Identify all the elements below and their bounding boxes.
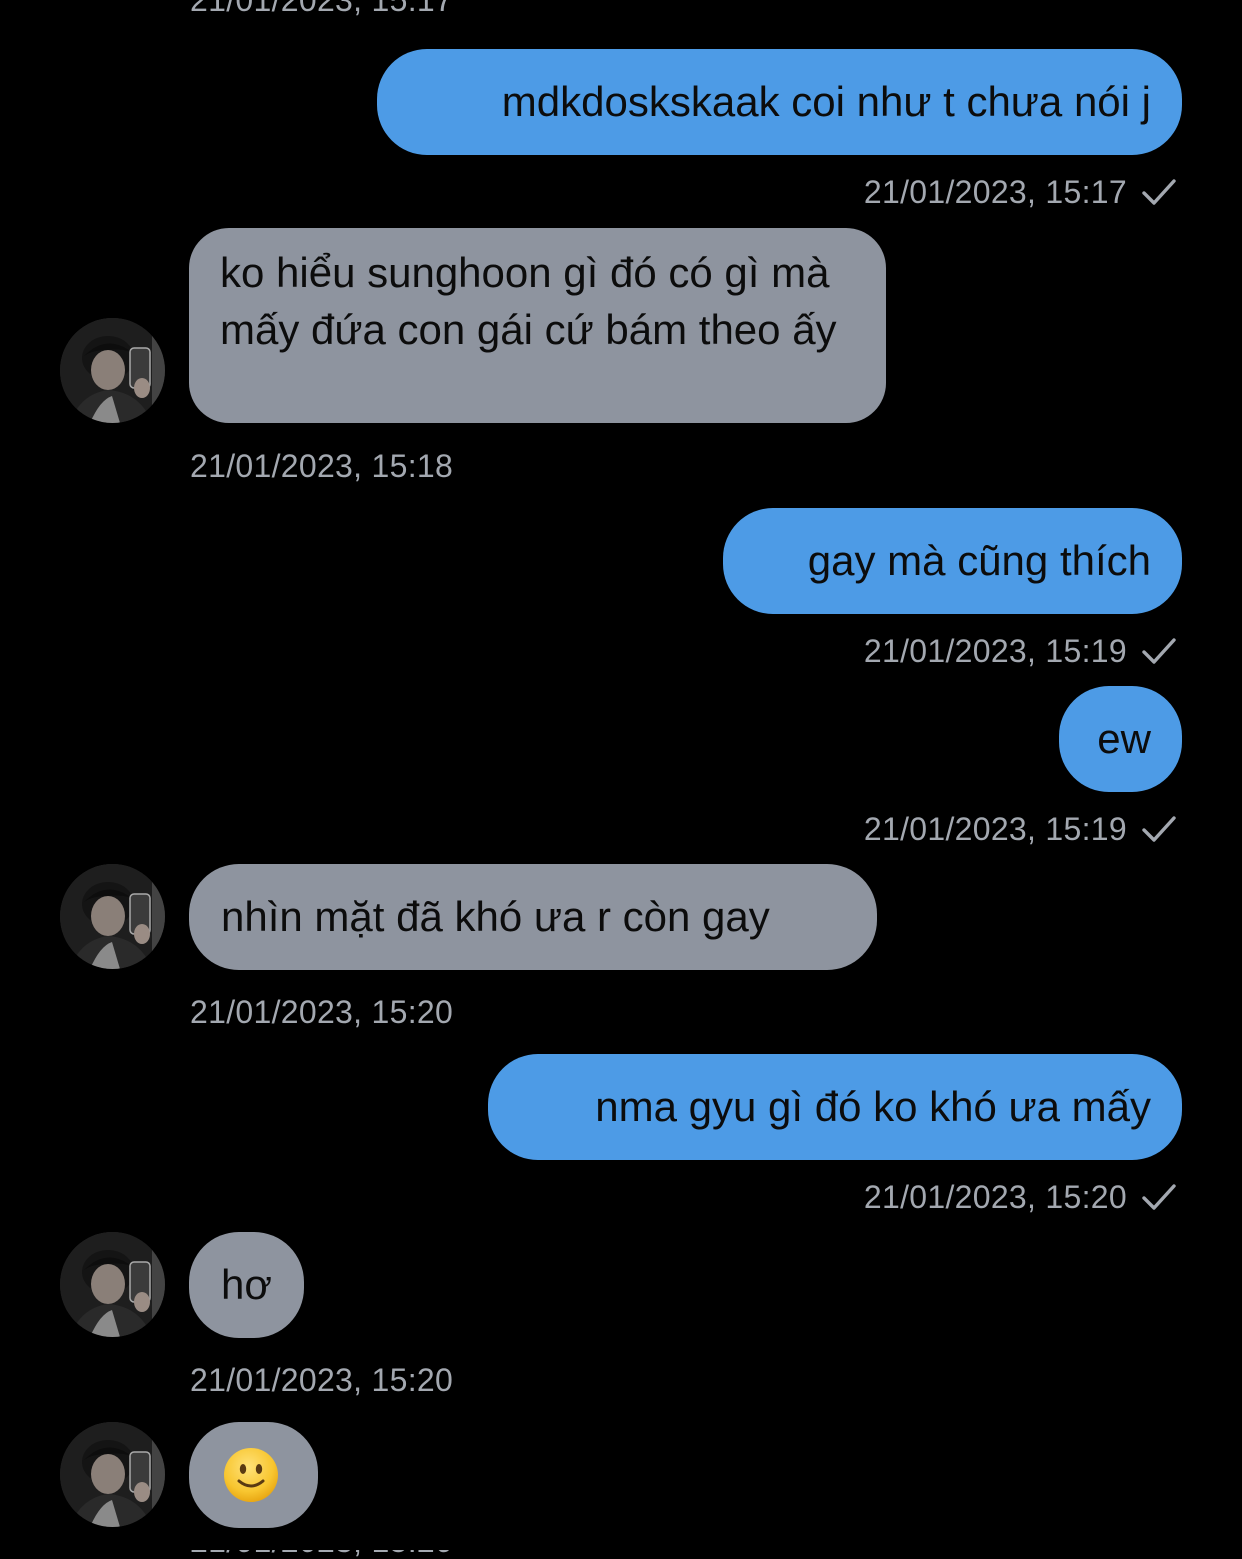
message-timestamp: 21/01/2023, 15:20	[863, 1179, 1127, 1215]
message-timestamp: 21/01/2023, 15:20	[190, 1362, 454, 1398]
outgoing-message-bubble[interactable]: mdkdoskskaak coi như t chưa nói j	[377, 49, 1182, 155]
message-timestamp: 21/01/2023, 15:17	[190, 0, 454, 18]
message-thread[interactable]: 21/01/2023, 15:17 mdkdoskskaak coi như t…	[0, 0, 1242, 1559]
checkmark-icon	[1142, 179, 1176, 205]
incoming-message-bubble[interactable]: nhìn mặt đã khó ưa r còn gay	[189, 864, 877, 970]
outgoing-message-bubble[interactable]: nma gyu gì đó ko khó ưa mấy	[488, 1054, 1182, 1160]
incoming-message-bubble[interactable]: ko hiểu sunghoon gì đó có gì mà mấy đứa …	[189, 228, 886, 423]
message-timestamp: 21/01/2023, 15:19	[863, 633, 1127, 669]
outgoing-message-bubble[interactable]: ew	[1059, 686, 1182, 792]
avatar-photo	[60, 1422, 165, 1527]
message-timestamp-partial: 21/01/2023, 15:20	[190, 1550, 470, 1559]
message-timestamp: 21/01/2023, 15:19	[863, 811, 1127, 847]
outgoing-message-bubble[interactable]: gay mà cũng thích	[723, 508, 1182, 614]
avatar-photo	[60, 318, 165, 423]
checkmark-icon	[1142, 1184, 1176, 1210]
incoming-message-bubble[interactable]	[189, 1422, 318, 1528]
contact-avatar[interactable]	[60, 864, 165, 969]
avatar-photo	[60, 864, 165, 969]
checkmark-icon	[1142, 638, 1176, 664]
contact-avatar[interactable]	[60, 1422, 165, 1527]
incoming-message-bubble[interactable]: hơ	[189, 1232, 304, 1338]
checkmark-icon	[1142, 816, 1176, 842]
slightly-smiling-face-emoji	[224, 1448, 278, 1502]
message-timestamp: 21/01/2023, 15:18	[190, 448, 454, 484]
message-timestamp: 21/01/2023, 15:20	[190, 994, 454, 1030]
contact-avatar[interactable]	[60, 318, 165, 423]
contact-avatar[interactable]	[60, 1232, 165, 1337]
avatar-photo	[60, 1232, 165, 1337]
message-timestamp: 21/01/2023, 15:17	[863, 174, 1127, 210]
